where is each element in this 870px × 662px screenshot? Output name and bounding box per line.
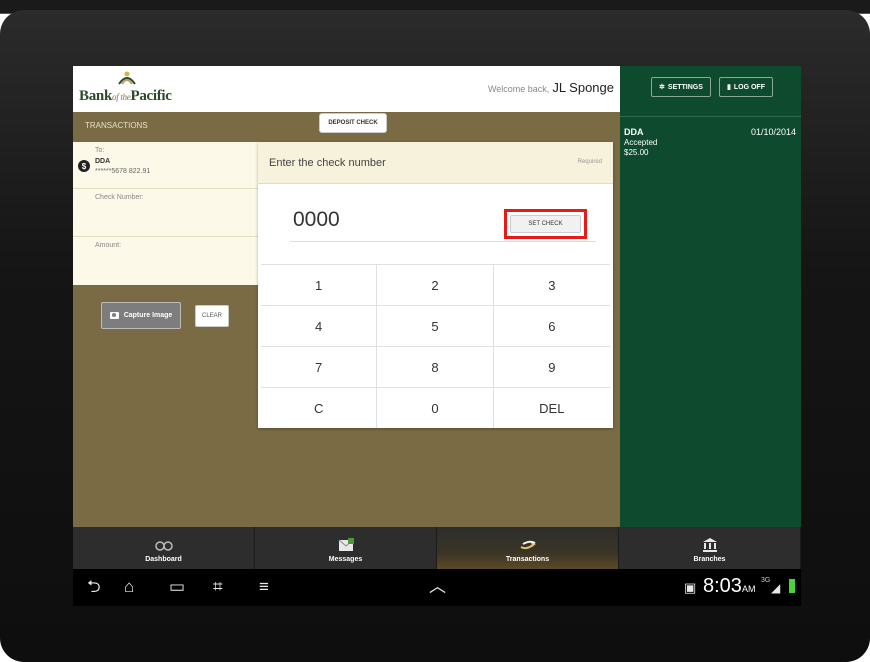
key-7[interactable]: 7 [261, 346, 378, 387]
capture-image-button[interactable]: Capture Image [101, 302, 181, 329]
key-9[interactable]: 9 [493, 346, 610, 387]
nav-transactions-label: Transactions [505, 556, 550, 563]
recent-amount: $25.00 [624, 148, 649, 157]
nav-branches-label: Branches [693, 556, 726, 563]
key-clear[interactable]: C [261, 387, 378, 428]
bank-building-icon [702, 538, 717, 552]
keypad-panel-header: Enter the check number Required [258, 142, 613, 184]
key-delete[interactable]: DEL [493, 387, 610, 428]
transactions-section-label: TRANSACTIONS [85, 121, 148, 130]
numeric-keypad: 1 2 3 4 5 6 7 8 9 C 0 DEL [261, 264, 610, 428]
device-frame: Bankof thePacific Welcome back, JL Sponge… [0, 0, 870, 662]
key-6[interactable]: 6 [493, 305, 610, 346]
required-indicator: Required [577, 159, 602, 165]
welcome-message: Welcome back, JL Sponge [488, 80, 614, 95]
amount-label: Amount: [95, 242, 122, 249]
gear-icon: ✲ [659, 84, 665, 91]
logout-icon: ▮ [727, 84, 731, 91]
envelope-icon [338, 538, 354, 551]
nav-dashboard-label: Dashboard [145, 556, 182, 563]
key-8[interactable]: 8 [377, 346, 494, 387]
battery-icon [789, 579, 795, 593]
set-check-button[interactable]: SET CHECK [510, 215, 581, 233]
keypad-panel-title: Enter the check number [269, 157, 386, 169]
recent-transactions-panel: ✲ SETTINGS ▮ LOG OFF DDA 01/10/2014 Accept… [620, 66, 801, 527]
check-number-keypad-panel: Enter the check number Required 0000 SET… [258, 142, 613, 428]
glasses-icon [154, 541, 173, 551]
deposit-check-button[interactable]: DEPOSIT CHECK [319, 113, 387, 133]
logoff-button[interactable]: ▮ LOG OFF [719, 77, 773, 97]
clock-ampm: AM [741, 584, 756, 594]
to-label: To: [95, 147, 105, 154]
panel-divider [620, 116, 801, 117]
transfer-arrows-icon [519, 540, 536, 550]
bank-logo-text: Bankof thePacific [79, 88, 172, 105]
status-clock: 8:03AM [703, 575, 755, 598]
recent-status: Accepted [624, 138, 658, 147]
user-name: JL Sponge [552, 80, 614, 95]
gallery-notification-icon: ▣ [684, 580, 697, 595]
screenshot-icon[interactable]: ⌗ [213, 578, 223, 596]
back-icon[interactable]: ⮌ [87, 578, 101, 596]
key-0[interactable]: 0 [377, 387, 494, 428]
nav-branches[interactable]: Branches [619, 527, 801, 569]
amount-field[interactable]: Amount: [73, 237, 258, 285]
clock-time: 8:03 [703, 575, 742, 597]
app-screen: Bankof thePacific Welcome back, JL Sponge… [73, 66, 801, 606]
clear-button[interactable]: CLEAR [195, 305, 229, 327]
key-5[interactable]: 5 [377, 305, 494, 346]
bank-logo-mark-icon [118, 71, 136, 85]
recent-date: 01/10/2014 [750, 127, 796, 137]
home-icon[interactable]: ⌂ [124, 578, 134, 596]
key-3[interactable]: 3 [493, 264, 610, 305]
chevron-up-icon[interactable]: ︿ [429, 578, 446, 596]
settings-label: SETTINGS [667, 83, 703, 91]
key-2[interactable]: 2 [377, 264, 494, 305]
signal-icon: ◢ [771, 581, 781, 595]
app-header: Bankof thePacific Welcome back, JL Sponge [73, 66, 620, 112]
welcome-prefix: Welcome back, [487, 84, 550, 94]
bottom-navigation: Dashboard Messages Transactions Branches [73, 527, 801, 569]
capture-image-label: Capture Image [123, 312, 173, 319]
nav-transactions[interactable]: Transactions [437, 527, 619, 569]
recent-account[interactable]: DDA [624, 127, 644, 137]
nav-messages[interactable]: Messages [255, 527, 437, 569]
check-number-field[interactable]: Check Number: [73, 189, 258, 237]
logoff-label: LOG OFF [733, 83, 765, 91]
bank-name-part: Bank [79, 88, 112, 104]
to-account-name: DDA [95, 158, 111, 165]
menu-icon[interactable]: ≡ [259, 578, 269, 596]
key-4[interactable]: 4 [261, 305, 378, 346]
android-system-bar: ⮌ ⌂ ▭ ⌗ ≡ ︿ ▣ 8:03AM 3G ◢ [73, 569, 801, 606]
to-account-number: ******5678 822.91 [95, 168, 151, 175]
nav-dashboard[interactable]: Dashboard [73, 527, 255, 569]
key-1[interactable]: 1 [261, 264, 378, 305]
bank-name-small: of the [112, 92, 131, 102]
bank-name-end: Pacific [130, 88, 172, 104]
settings-button[interactable]: ✲ SETTINGS [651, 77, 711, 97]
bank-logo: Bankof thePacific [79, 70, 199, 108]
to-account-row[interactable]: To: $ DDA ******5678 822.91 [73, 142, 258, 189]
camera-icon [109, 312, 119, 319]
recent-apps-icon[interactable]: ▭ [169, 578, 185, 596]
check-number-value: 0000 [293, 208, 340, 231]
check-number-label: Check Number: [95, 194, 144, 201]
nav-messages-label: Messages [328, 556, 363, 563]
deposit-form: To: $ DDA ******5678 822.91 Check Number… [73, 142, 258, 285]
dollar-icon: $ [78, 160, 90, 172]
network-indicator: 3G [761, 577, 771, 584]
